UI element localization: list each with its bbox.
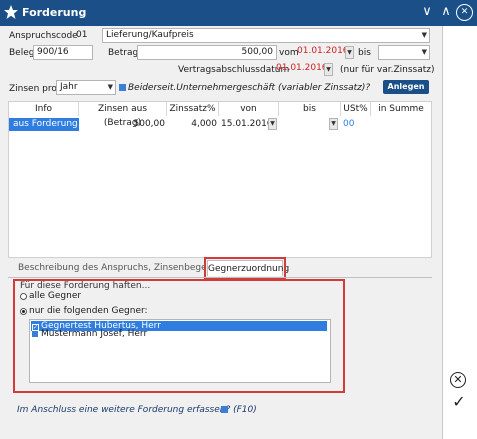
cell-bis[interactable] — [281, 118, 329, 131]
bis-date[interactable]: ▼ — [378, 45, 430, 60]
column-header-bis[interactable]: bis — [279, 102, 341, 116]
vertragsabschluss-date[interactable]: 01.01.2016 — [276, 62, 324, 77]
betrag-label: Betrag — [108, 48, 139, 58]
cancel-icon[interactable]: ✕ — [450, 372, 466, 388]
zinsen-pro-select[interactable]: Jahr ▼ — [56, 80, 116, 95]
highlight-tab-box — [204, 257, 286, 279]
tab-beschreibung[interactable]: Beschreibung des Anspruchs, Zinsenbegehr… — [18, 260, 227, 276]
beiderseit-checkbox[interactable] — [119, 84, 126, 91]
column-header-ust[interactable]: USt% — [341, 102, 371, 116]
cell-betrag[interactable]: 500,00 — [79, 118, 166, 131]
vom-date[interactable]: 01.01.2016 — [297, 45, 345, 60]
vom-calendar-dropdown[interactable]: ▼ — [345, 46, 354, 59]
radio-folgende-gegner-label[interactable]: nur die folgenden Gegner: — [29, 306, 148, 316]
chevron-down-icon: ▼ — [107, 83, 113, 91]
anspruchscode-text: Lieferung/Kaufpreis — [106, 30, 194, 40]
gegner-list[interactable]: ✓ Gegnertest Hubertus, Herr Mustermann Jo… — [29, 319, 331, 383]
von-dropdown[interactable]: ▼ — [268, 118, 277, 130]
beiderseit-label: Beiderseit.Unternehmergeschäft (variable… — [128, 83, 371, 93]
vom-label: vom — [279, 48, 299, 58]
star-icon — [4, 5, 18, 19]
betrag-field[interactable]: 500,00 — [137, 45, 277, 60]
tab-divider — [8, 277, 432, 278]
anlegen-button[interactable]: Anlegen — [383, 80, 429, 94]
beleg-label: Beleg — [9, 48, 35, 58]
weitere-forderung-checkbox[interactable] — [221, 406, 228, 413]
anspruchscode-select[interactable]: Lieferung/Kaufpreis ▼ — [102, 28, 430, 43]
window-title: Forderung — [22, 6, 87, 19]
cell-summe[interactable] — [371, 118, 429, 131]
collapse-button[interactable]: ∨ — [418, 3, 436, 21]
zinsen-pro-value: Jahr — [60, 82, 78, 92]
vertragsabschluss-label: Vertragsabschlussdatum — [178, 65, 290, 75]
title-bar: Forderung ∨ ∧ ✕ — [0, 0, 477, 26]
column-header-zinssatz[interactable]: Zinssatz% — [167, 102, 219, 116]
cell-info[interactable]: aus Forderung — [9, 118, 79, 131]
cell-zinssatz[interactable]: 4,000 — [167, 118, 217, 131]
column-header-summe[interactable]: in Summe — [371, 102, 431, 116]
chevron-down-icon: ▼ — [421, 31, 427, 39]
beleg-field[interactable]: 900/16 — [33, 45, 93, 60]
column-header-von[interactable]: von — [219, 102, 279, 116]
expand-button[interactable]: ∧ — [437, 3, 455, 21]
bis-dropdown[interactable]: ▼ — [329, 118, 338, 130]
close-button[interactable]: ✕ — [456, 4, 473, 21]
chevron-down-icon: ▼ — [421, 48, 427, 56]
ok-icon[interactable]: ✓ — [450, 393, 468, 411]
column-header-betrag[interactable]: Zinsen aus (Betrag) — [79, 102, 167, 128]
bis-label: bis — [358, 48, 371, 58]
list-item[interactable]: Mustermann Josef, Herr — [31, 329, 327, 339]
cell-ust[interactable]: 00 — [343, 118, 369, 131]
anspruchscode-label: Anspruchscode — [9, 31, 78, 41]
gegner-heading: Für diese Forderung haften... — [20, 281, 151, 291]
gegner-name: Mustermann Josef, Herr — [41, 329, 148, 339]
radio-alle-gegner[interactable] — [20, 293, 27, 300]
radio-folgende-gegner[interactable] — [20, 308, 27, 315]
radio-alle-gegner-label[interactable]: alle Gegner — [29, 291, 81, 301]
checkbox-icon[interactable] — [32, 331, 38, 337]
zinsen-pro-label: Zinsen pro — [9, 84, 57, 94]
vertragsabschluss-hint: (nur für var.Zinssatz) — [340, 65, 435, 75]
interest-table: Info Zinsen aus (Betrag) Zinssatz% von b… — [8, 101, 432, 258]
anspruchscode-code[interactable]: 01 — [73, 29, 99, 44]
column-header-info[interactable]: Info — [9, 102, 79, 116]
vertragsabschluss-dropdown[interactable]: ▼ — [324, 63, 333, 76]
